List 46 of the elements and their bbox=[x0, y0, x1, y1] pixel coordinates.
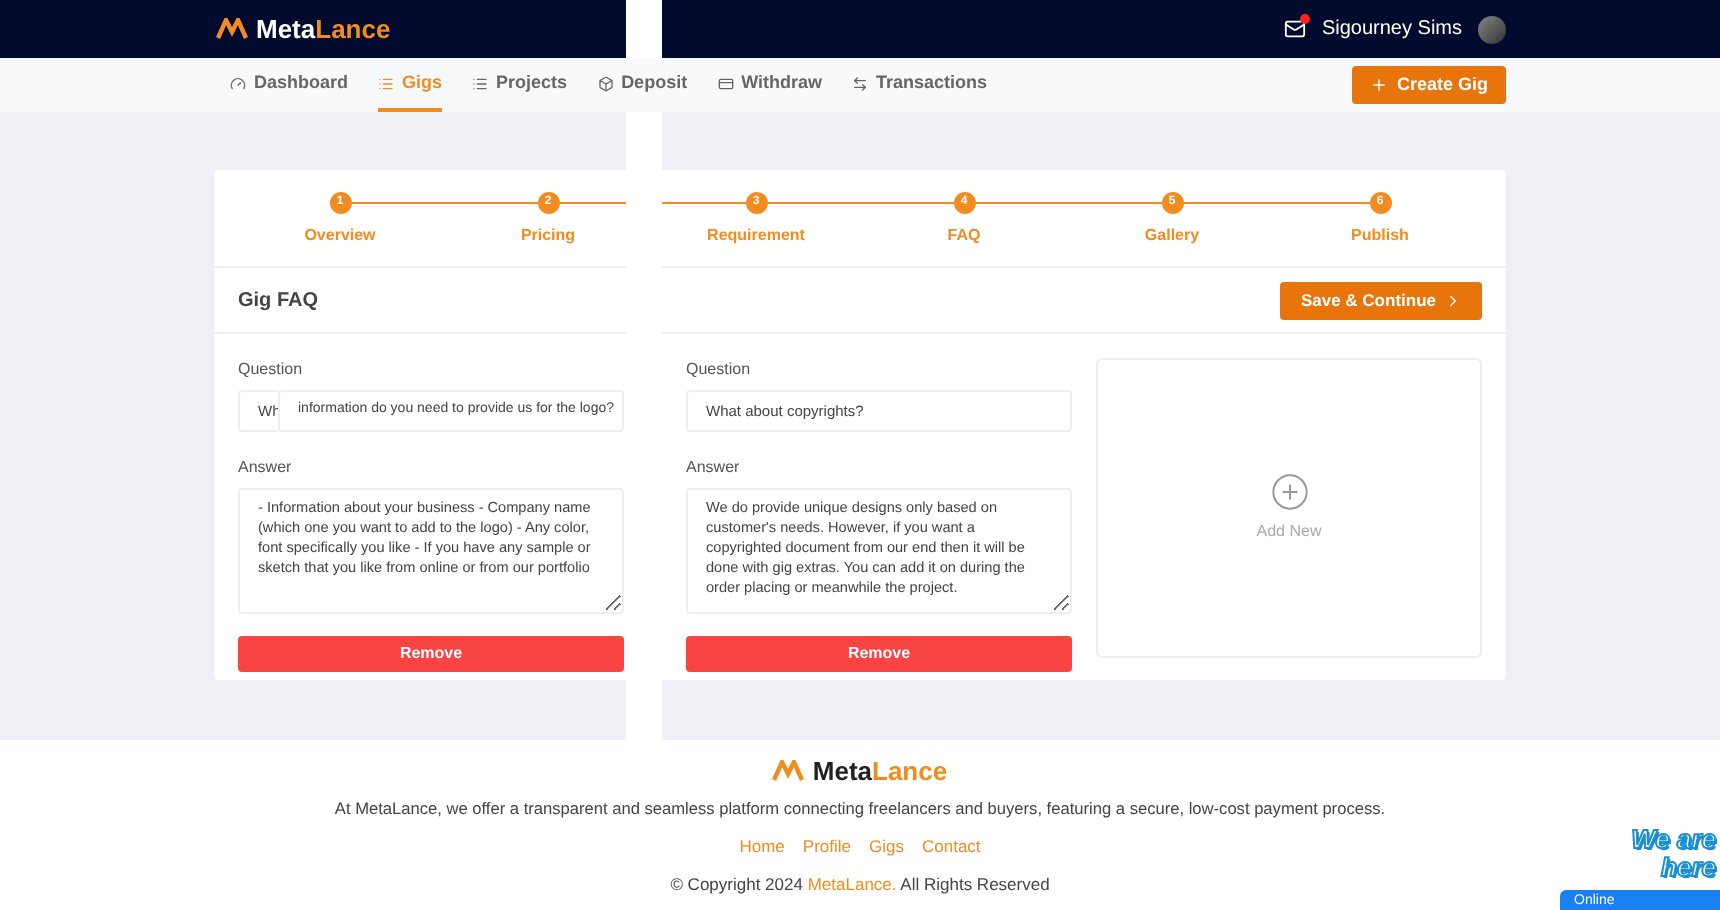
step-label[interactable]: FAQ bbox=[947, 224, 981, 248]
answer-label: Answer bbox=[238, 456, 294, 480]
step-label[interactable]: Pricing bbox=[520, 224, 576, 248]
box-icon bbox=[597, 75, 614, 91]
footer-link[interactable]: Contact bbox=[921, 836, 981, 858]
chevron-icon bbox=[1444, 291, 1462, 309]
user-name[interactable]: Sigourney Sims bbox=[1321, 14, 1462, 44]
brand-name: MetaLance bbox=[812, 760, 948, 782]
nav-tab[interactable]: Gigs bbox=[378, 58, 443, 112]
question-label: Question bbox=[238, 358, 305, 382]
add-new-label: Add New bbox=[1256, 520, 1322, 544]
plus-icon bbox=[1370, 76, 1389, 94]
answer-label: Answer bbox=[686, 456, 742, 480]
add-icon bbox=[1269, 472, 1309, 512]
footer-link[interactable]: Profile bbox=[802, 836, 851, 858]
logo-icon bbox=[772, 760, 805, 782]
nav-tab[interactable]: Transactions bbox=[852, 58, 988, 112]
question-label: Question bbox=[686, 358, 753, 382]
footer-link[interactable]: Home bbox=[739, 836, 785, 858]
nav-tab[interactable]: Withdraw bbox=[717, 58, 822, 112]
mail-icon[interactable] bbox=[1283, 18, 1306, 40]
list-icon bbox=[378, 75, 395, 91]
list-icon bbox=[472, 75, 489, 91]
gauge-icon bbox=[230, 75, 246, 91]
brand-name: MetaLance bbox=[256, 11, 391, 48]
card-icon bbox=[717, 75, 734, 91]
nav-tab[interactable]: Projects bbox=[472, 58, 568, 112]
nav-tab[interactable]: Deposit bbox=[597, 58, 688, 112]
step-label[interactable]: Gallery bbox=[1144, 224, 1200, 248]
arrows-icon bbox=[852, 75, 868, 91]
remove-button[interactable]: Remove bbox=[238, 636, 624, 672]
remove-button[interactable]: Remove bbox=[686, 636, 1072, 672]
add-new-card[interactable]: Add New bbox=[1096, 358, 1482, 658]
chat-title[interactable]: We are here bbox=[1604, 826, 1716, 882]
step-label[interactable]: Publish bbox=[1351, 224, 1409, 248]
logo-icon bbox=[216, 18, 248, 40]
step-label[interactable]: Requirement bbox=[707, 224, 805, 248]
avatar[interactable] bbox=[1478, 15, 1506, 43]
save-continue-button[interactable]: Save & Continue bbox=[1280, 281, 1482, 319]
create-gig-button[interactable]: Create Gig bbox=[1352, 66, 1506, 104]
copyright-text: © Copyright 2024 MetaLance. All Rights Reserved bbox=[670, 874, 1050, 896]
section-title: Gig FAQ bbox=[238, 287, 318, 315]
footer-link[interactable]: Gigs bbox=[869, 836, 904, 858]
footer-text: At MetaLance, we offer a transparent and seamless platform connecting freelancers and buyers, featuring a secure, low-cost payment process. bbox=[334, 798, 1386, 820]
step-label[interactable]: Overview bbox=[304, 224, 376, 248]
nav-tab[interactable]: Dashboard bbox=[230, 58, 349, 112]
